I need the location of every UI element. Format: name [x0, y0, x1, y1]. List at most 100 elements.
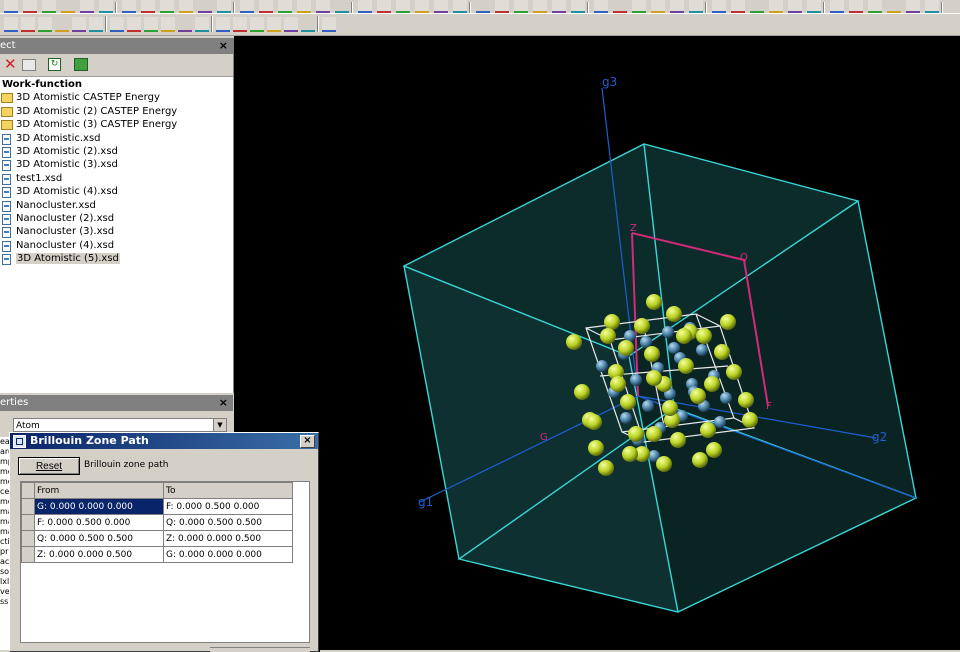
atom-yellow[interactable]: [738, 392, 754, 408]
toolbar-button-icon[interactable]: [127, 17, 141, 32]
close-icon[interactable]: ×: [300, 435, 315, 448]
atom-blue[interactable]: [630, 374, 642, 386]
table-row[interactable]: Z: 0.000 0.000 0.500 G: 0.000 0.000 0.000: [21, 546, 293, 563]
cell-from[interactable]: Q: 0.000 0.500 0.500: [34, 530, 164, 547]
toolbar-button-icon[interactable]: [316, 0, 330, 13]
row-header[interactable]: [21, 546, 35, 563]
tree-item[interactable]: 3D Atomistic CASTEP Energy: [0, 91, 233, 104]
toolbar-button-icon[interactable]: [278, 0, 292, 13]
atom-yellow[interactable]: [692, 452, 708, 468]
atom-yellow[interactable]: [678, 358, 694, 374]
atom-blue[interactable]: [640, 336, 652, 348]
toolbar-button-icon[interactable]: [830, 0, 844, 13]
toolbar-button-icon[interactable]: [868, 0, 882, 13]
atom-yellow[interactable]: [628, 426, 644, 442]
toolbar-button-icon[interactable]: [72, 17, 86, 32]
atom-yellow[interactable]: [586, 414, 602, 430]
toolbar-button-icon[interactable]: [250, 17, 264, 32]
toolbar-button-icon[interactable]: [195, 17, 209, 32]
atom-blue[interactable]: [720, 392, 732, 404]
tree-item[interactable]: 3D Atomistic (2).xsd: [0, 145, 233, 158]
toolbar-button-icon[interactable]: [651, 0, 665, 13]
cell-to[interactable]: Q: 0.000 0.500 0.500: [163, 514, 293, 531]
atom-yellow[interactable]: [696, 328, 712, 344]
toolbar-button-icon[interactable]: [61, 0, 75, 13]
toolbar-button-icon[interactable]: [594, 0, 608, 13]
cell-to[interactable]: G: 0.000 0.000 0.000: [163, 546, 293, 563]
atom-yellow[interactable]: [742, 412, 758, 428]
reset-button[interactable]: Reset: [18, 457, 80, 475]
atom-yellow[interactable]: [574, 384, 590, 400]
atom-blue[interactable]: [662, 326, 674, 338]
toolbar-button-icon[interactable]: [358, 0, 372, 13]
atom-yellow[interactable]: [670, 432, 686, 448]
atom-yellow[interactable]: [706, 442, 722, 458]
toolbar-button-icon[interactable]: [335, 0, 349, 13]
toolbar-button-icon[interactable]: [141, 0, 155, 13]
cell-to[interactable]: F: 0.000 0.500 0.000: [163, 498, 293, 515]
toolbar-button-icon[interactable]: [217, 0, 231, 13]
toolbar-button-icon[interactable]: [769, 0, 783, 13]
atom-blue[interactable]: [620, 412, 632, 424]
atom-yellow[interactable]: [704, 376, 720, 392]
toolbar-button-icon[interactable]: [178, 17, 192, 32]
delete-icon[interactable]: ✕: [4, 56, 17, 72]
tree-item[interactable]: 3D Atomistic (3).xsd: [0, 158, 233, 172]
atom-yellow[interactable]: [666, 306, 682, 322]
tree-item[interactable]: Nanocluster.xsd: [0, 199, 233, 212]
toolbar-button-icon[interactable]: [23, 0, 37, 13]
cell-from[interactable]: G: 0.000 0.000 0.000: [34, 498, 164, 515]
toolbar-button-icon[interactable]: [712, 0, 726, 13]
toolbar-button-icon[interactable]: [55, 17, 69, 32]
column-header-to[interactable]: To: [163, 482, 293, 499]
toolbar-button-icon[interactable]: [552, 0, 566, 13]
atom-yellow[interactable]: [700, 422, 716, 438]
toolbar-button-icon[interactable]: [750, 0, 764, 13]
atom-yellow[interactable]: [656, 456, 672, 472]
tree-root[interactable]: Work-function: [0, 78, 233, 91]
atom-blue[interactable]: [696, 344, 708, 356]
atom-blue[interactable]: [668, 342, 680, 354]
toolbar-button-icon[interactable]: [670, 0, 684, 13]
atom-blue[interactable]: [642, 400, 654, 412]
table-row[interactable]: F: 0.000 0.500 0.000 Q: 0.000 0.500 0.500: [21, 514, 293, 531]
tree-item[interactable]: 3D Atomistic.xsd: [0, 132, 233, 145]
table-row[interactable]: Q: 0.000 0.500 0.500 Z: 0.000 0.000 0.500: [21, 530, 293, 547]
toolbar-button-icon[interactable]: [38, 17, 52, 32]
tree-item[interactable]: test1.xsd: [0, 172, 233, 185]
tree-item[interactable]: 3D Atomistic (3) CASTEP Energy: [0, 118, 233, 131]
atom-yellow[interactable]: [598, 460, 614, 476]
toolbar-button-icon[interactable]: [632, 0, 646, 13]
atom-yellow[interactable]: [644, 346, 660, 362]
atom-yellow[interactable]: [588, 440, 604, 456]
toolbar-button-icon[interactable]: [533, 0, 547, 13]
atom-yellow[interactable]: [634, 318, 650, 334]
toolbar-button-icon[interactable]: [849, 0, 863, 13]
toolbar-button-icon[interactable]: [377, 0, 391, 13]
toolbar-button-icon[interactable]: [495, 0, 509, 13]
toolbar-button-icon[interactable]: [89, 17, 103, 32]
atom-yellow[interactable]: [604, 314, 620, 330]
tree-item[interactable]: 3D Atomistic (4).xsd: [0, 185, 233, 199]
toolbar-button-icon[interactable]: [434, 0, 448, 13]
toolbar-button-icon[interactable]: [144, 17, 158, 32]
atom-yellow[interactable]: [676, 328, 692, 344]
column-header-from[interactable]: From: [34, 482, 164, 499]
refresh-icon[interactable]: ↻: [48, 58, 61, 71]
toolbar-button-icon[interactable]: [571, 0, 585, 13]
toolbar-button-icon[interactable]: [4, 0, 18, 13]
toolbar-button-icon[interactable]: [731, 0, 745, 13]
toolbar-button-icon[interactable]: [198, 0, 212, 13]
atom-yellow[interactable]: [646, 370, 662, 386]
toolbar-button-icon[interactable]: [301, 17, 315, 32]
table-row[interactable]: G: 0.000 0.000 0.000 F: 0.000 0.500 0.000: [21, 498, 293, 515]
atom-yellow[interactable]: [566, 334, 582, 350]
atom-yellow[interactable]: [618, 340, 634, 356]
properties-filter-select[interactable]: Atom ▼: [13, 418, 227, 432]
tree-item[interactable]: 3D Atomistic (5).xsd: [0, 252, 233, 266]
tree-item[interactable]: Nanocluster (3).xsd: [0, 225, 233, 239]
toolbar-button-icon[interactable]: [396, 0, 410, 13]
toolbar-button-icon[interactable]: [21, 17, 35, 32]
toolbar-button-icon[interactable]: [42, 0, 56, 13]
toolbar-button-icon[interactable]: [613, 0, 627, 13]
